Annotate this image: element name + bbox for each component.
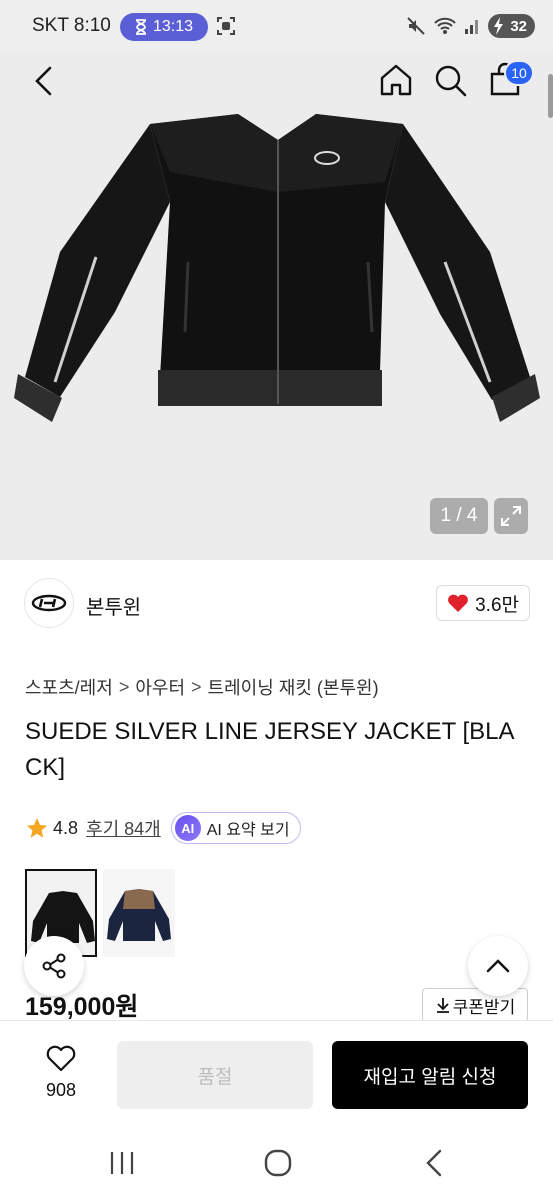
thumbnail-brown[interactable] <box>103 869 175 957</box>
product-title: SUEDE SILVER LINE JERSEY JACKET [BLACK] <box>25 718 515 781</box>
chevron-up-icon <box>486 959 510 973</box>
download-icon <box>436 998 449 1013</box>
search-icon[interactable] <box>434 64 468 98</box>
restock-alert-button[interactable]: 재입고 알림 신청 <box>332 1041 528 1109</box>
signal-icon <box>465 20 479 34</box>
image-counter: 1 / 4 <box>430 498 488 534</box>
review-count-link[interactable]: 후기 84개 <box>86 815 161 841</box>
chevron-right-icon: > <box>118 676 130 697</box>
share-button[interactable] <box>24 936 84 996</box>
share-icon <box>42 953 66 979</box>
timer-pill: 13:13 <box>120 13 208 41</box>
rating-row: 4.8 후기 84개 AI AI 요약 보기 <box>25 810 301 846</box>
bottom-action-bar: 908 품절 재입고 알림 신청 <box>0 1020 553 1128</box>
brand-like-button[interactable]: 3.6만 <box>436 585 530 621</box>
breadcrumb-item[interactable]: 아우터 <box>135 674 185 700</box>
expand-icon <box>501 506 521 526</box>
breadcrumb-item[interactable]: 스포츠/레저 <box>25 674 113 700</box>
heart-outline-icon <box>46 1045 76 1072</box>
scrollbar[interactable] <box>548 74 553 118</box>
ai-summary-label: AI 요약 보기 <box>206 822 290 839</box>
thumbnail-brown-image <box>103 869 175 957</box>
home-icon[interactable] <box>378 62 414 98</box>
system-back-icon[interactable] <box>424 1148 444 1178</box>
brand-name[interactable]: 본투윈 <box>86 591 141 620</box>
battery-level: 32 <box>510 17 527 35</box>
carrier-time: SKT 8:10 <box>32 15 111 36</box>
breadcrumb: 스포츠/레저 > 아우터 > 트레이닝 재킷 (본투윈) <box>25 674 379 700</box>
recent-apps-icon[interactable] <box>108 1150 136 1176</box>
scroll-top-button[interactable] <box>468 936 528 996</box>
coupon-label: 쿠폰받기 <box>452 997 516 1017</box>
brand-logo-icon <box>31 594 67 612</box>
hourglass-icon <box>135 19 146 35</box>
cart-count-badge: 10 <box>504 60 534 86</box>
chevron-right-icon: > <box>191 676 202 697</box>
timer-text: 13:13 <box>152 18 194 35</box>
status-bar: SKT 8:10 13:13 32 <box>0 0 553 52</box>
battery-indicator: 32 <box>488 14 535 38</box>
coupon-button[interactable]: 쿠폰받기 <box>422 988 528 1022</box>
wishlist-button[interactable]: 908 <box>36 1043 86 1101</box>
ai-badge-icon: AI <box>174 815 201 841</box>
ai-summary-button[interactable]: AI AI 요약 보기 <box>170 812 301 844</box>
heart-icon <box>448 594 469 612</box>
product-jacket-image[interactable] <box>0 52 553 560</box>
soldout-button: 품절 <box>117 1041 313 1109</box>
rating-value: 4.8 <box>53 817 79 838</box>
system-navigation-bar <box>0 1128 553 1200</box>
top-navigation: 10 <box>0 52 553 112</box>
expand-button[interactable] <box>494 498 528 534</box>
screen-record-icon <box>217 17 235 35</box>
brand-like-count: 3.6만 <box>475 594 519 616</box>
brand-row: 본투윈 3.6만 <box>24 578 530 630</box>
brand-logo[interactable] <box>24 578 74 628</box>
wifi-icon <box>434 17 457 34</box>
back-arrow-icon[interactable] <box>28 64 62 98</box>
home-button-icon[interactable] <box>264 1149 292 1177</box>
mute-icon <box>407 17 426 35</box>
star-icon <box>27 818 47 838</box>
charging-bolt-icon <box>494 17 504 35</box>
breadcrumb-item[interactable]: 트레이닝 재킷 (본투윈) <box>208 674 379 700</box>
wishlist-count: 908 <box>45 1080 77 1100</box>
